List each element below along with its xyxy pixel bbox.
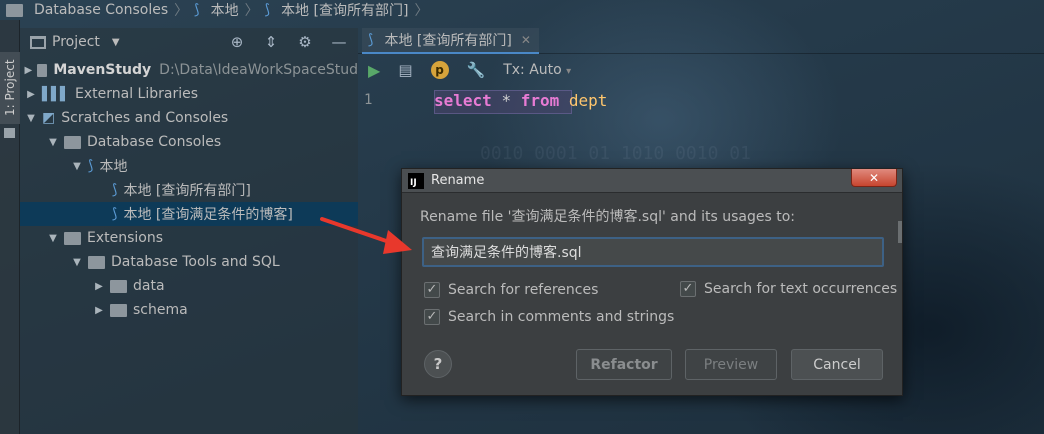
console-icon: ⟆: [264, 2, 271, 18]
tree-item-scratches[interactable]: ▼ ◩ Scratches and Consoles: [20, 106, 358, 130]
gear-icon[interactable]: ⚙: [296, 33, 314, 51]
tool-window-stripe: 1: Project: [0, 20, 20, 434]
folder-icon: [88, 255, 105, 269]
tree-item-schema[interactable]: ▶ schema: [20, 298, 358, 322]
history-icon[interactable]: ▤: [398, 61, 412, 79]
help-button[interactable]: ?: [424, 350, 452, 378]
database-icon: ⟆: [194, 2, 200, 18]
project-tool-tab[interactable]: 1: Project: [0, 52, 20, 124]
run-icon[interactable]: ▶: [368, 61, 380, 80]
scratches-icon: ◩: [42, 110, 56, 126]
code-line[interactable]: select * from dept: [434, 90, 1044, 114]
search-comments-checkbox[interactable]: ✓ Search in comments and strings: [424, 309, 674, 325]
breadcrumb-separator: 〉: [414, 3, 429, 19]
tree-item-console-blogs[interactable]: ⟆ 本地 [查询满足条件的博客]: [20, 202, 358, 226]
database-icon: ⟆: [88, 158, 94, 174]
sql-keyword: from: [520, 91, 560, 110]
tree-item-database-tools[interactable]: ▼ Database Tools and SQL: [20, 250, 358, 274]
project-panel: Project ▼ ⊕ ⇕ ⚙ — ▶ MavenStudy D:\Data\I…: [20, 28, 358, 434]
folder-icon: [6, 3, 23, 17]
project-tree: ▶ MavenStudy D:\Data\IdeaWorkSpaceStud ▶…: [20, 58, 358, 322]
transaction-mode-select[interactable]: Tx: Auto ▾: [503, 62, 571, 78]
checkbox-checked[interactable]: ✓: [424, 309, 440, 325]
tree-item-data[interactable]: ▶ data: [20, 274, 358, 298]
collapse-arrow-icon[interactable]: ▼: [70, 257, 84, 268]
dialog-title-bar: IJ Rename: [402, 169, 902, 193]
chevron-down-icon: ▾: [566, 66, 572, 77]
collapse-all-icon[interactable]: ⇕: [262, 33, 280, 51]
expand-arrow-icon[interactable]: ▶: [24, 65, 33, 76]
parameters-icon[interactable]: p: [430, 61, 449, 79]
structure-icon[interactable]: [4, 128, 15, 138]
module-folder-icon: [36, 63, 48, 77]
collapse-arrow-icon[interactable]: ▼: [70, 161, 84, 172]
collapse-arrow-icon[interactable]: ▼: [46, 137, 60, 148]
wrench-icon[interactable]: 🔧: [467, 61, 486, 79]
console-icon: ⟆: [112, 206, 118, 222]
chevron-down-icon[interactable]: ▼: [112, 37, 120, 48]
dialog-title: Rename: [431, 173, 485, 188]
breadcrumb-separator: 〉: [244, 3, 259, 19]
breadcrumb-separator: 〉: [174, 3, 189, 19]
expand-arrow-icon[interactable]: ▶: [24, 89, 38, 100]
tree-item-extensions[interactable]: ▼ Extensions: [20, 226, 358, 250]
sql-operator: *: [501, 91, 512, 110]
collapse-arrow-icon[interactable]: ▼: [46, 233, 60, 244]
locate-icon[interactable]: ⊕: [228, 33, 246, 51]
expand-arrow-icon[interactable]: ▶: [92, 281, 106, 292]
checkbox-checked[interactable]: ✓: [424, 282, 440, 298]
library-icon: ▌▌▌: [42, 86, 70, 102]
dialog-scrollbar[interactable]: [898, 221, 902, 243]
breadcrumb-item-database-consoles[interactable]: Database Consoles: [6, 2, 168, 18]
editor-tab-console[interactable]: ⟆ 本地 [查询所有部门] ✕: [362, 28, 539, 54]
collapse-arrow-icon[interactable]: ▼: [24, 113, 38, 124]
breadcrumb: Database Consoles 〉 ⟆ 本地 〉 ⟆ 本地 [查询所有部门]…: [0, 0, 1044, 20]
close-icon: ✕: [868, 170, 880, 185]
preview-button[interactable]: Preview: [685, 349, 777, 380]
console-icon: ⟆: [368, 32, 374, 48]
project-view-icon: [30, 35, 46, 49]
tree-item-console-departments[interactable]: ⟆ 本地 [查询所有部门]: [20, 178, 358, 202]
folder-icon: [110, 279, 127, 293]
tree-item-database-consoles[interactable]: ▼ Database Consoles: [20, 130, 358, 154]
tree-item-mavenstudy[interactable]: ▶ MavenStudy D:\Data\IdeaWorkSpaceStud: [20, 58, 359, 82]
intellij-icon: IJ: [408, 172, 424, 189]
checkbox-checked[interactable]: ✓: [680, 281, 696, 297]
line-number: 1: [364, 92, 373, 108]
refactor-button[interactable]: Refactor: [576, 349, 672, 380]
sql-table-name: dept: [568, 91, 608, 110]
hide-icon[interactable]: —: [330, 33, 348, 51]
rename-dialog: IJ Rename ✕ Rename file '查询满足条件的博客.sql' …: [401, 168, 903, 396]
editor-toolbar: ▶ ▤ p 🔧 Tx: Auto ▾: [358, 56, 1044, 84]
dialog-message: Rename file '查询满足条件的博客.sql' and its usag…: [420, 209, 795, 225]
dialog-close-button[interactable]: ✕: [851, 169, 897, 187]
search-text-occurrences-checkbox[interactable]: ✓ Search for text occurrences: [680, 281, 897, 297]
editor-tab-bar: ⟆ 本地 [查询所有部门] ✕: [358, 28, 1044, 54]
close-icon[interactable]: ✕: [521, 33, 531, 47]
folder-icon: [110, 303, 127, 317]
search-references-checkbox[interactable]: ✓ Search for references: [424, 282, 598, 298]
breadcrumb-item-console[interactable]: ⟆ 本地 [查询所有部门]: [265, 0, 409, 20]
project-view-title[interactable]: Project: [52, 34, 100, 50]
cancel-button[interactable]: Cancel: [791, 349, 883, 380]
new-name-input[interactable]: [422, 237, 884, 267]
folder-icon: [64, 135, 81, 149]
breadcrumb-item-local[interactable]: ⟆ 本地: [194, 0, 238, 20]
project-panel-tools: ⊕ ⇕ ⚙ —: [228, 33, 348, 51]
tree-item-local[interactable]: ▼ ⟆ 本地: [20, 154, 358, 178]
console-icon: ⟆: [112, 182, 118, 198]
tree-item-external-libraries[interactable]: ▶ ▌▌▌ External Libraries: [20, 82, 358, 106]
folder-icon: [64, 231, 81, 245]
sql-keyword: select: [434, 91, 492, 110]
expand-arrow-icon[interactable]: ▶: [92, 305, 106, 316]
